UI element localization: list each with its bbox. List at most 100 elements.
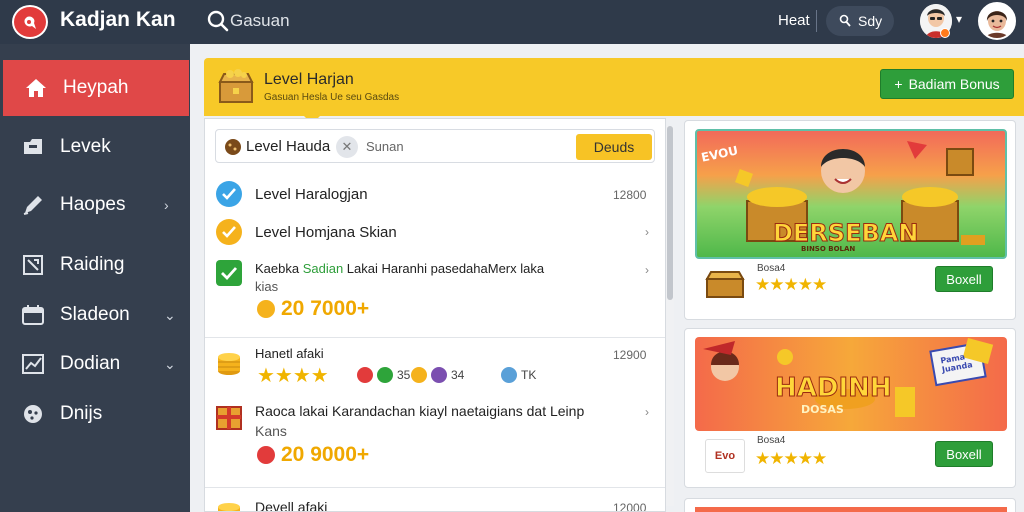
topbar-divider: [816, 10, 817, 32]
list-item[interactable]: Devell afaki 12000: [205, 497, 665, 512]
gift-box-icon: [216, 406, 242, 430]
filter-bar: Level Hauda ✕ Sunan Deuds: [215, 129, 655, 163]
app-title: Kadjan Kan: [60, 8, 176, 31]
promo-card-meta: Bosa4: [757, 435, 786, 446]
banner-subtitle: Gasuan Hesla Ue seu Gasdas: [264, 92, 400, 103]
list-item-title: Devell afaki: [255, 499, 328, 512]
search-icon[interactable]: [206, 9, 230, 33]
sidebar-item-raiding[interactable]: Raiding: [0, 237, 190, 293]
sidebar-item-dnijs[interactable]: Dnijs: [0, 386, 190, 442]
list-item-value: 12800: [613, 188, 647, 202]
badge-icon: [501, 367, 517, 383]
list-item-title: Level Homjana Skian: [255, 224, 397, 241]
plus-icon: +: [894, 76, 903, 92]
sidebar-item-label: Raiding: [60, 254, 125, 275]
promo-card-button[interactable]: Boxell: [935, 266, 993, 292]
sidebar-item-home[interactable]: Heypah: [3, 60, 189, 116]
promo-art-title: HADINH: [775, 373, 893, 404]
chevron-right-icon[interactable]: ›: [645, 263, 649, 277]
search-input[interactable]: [230, 10, 380, 32]
calendar-icon: [22, 305, 44, 325]
sidebar-item-sladeon[interactable]: Sladeon ⌄: [0, 287, 190, 343]
highlight-text: Sadian: [302, 261, 344, 276]
sidebar-item-label: Levek: [60, 136, 111, 157]
promo-card-art: HADINH DOSAS Pama Juanda: [695, 337, 1007, 431]
list-item-subtitle: Kans: [255, 423, 287, 439]
list-item-title: Kaebka Sadian Lakai Haranhi pasedahaMerx…: [255, 261, 545, 276]
list-item[interactable]: Hanetl afaki 12900 ★★★★ 35 34 TK: [205, 345, 665, 395]
top-bar: Kadjan Kan Heat Sdy ▾: [0, 0, 1024, 44]
coin-reward: 20 9000+: [257, 443, 369, 467]
coin-reward: 20 7000+: [257, 297, 369, 321]
coin-amount: 20 7000+: [281, 297, 370, 320]
star-rating: ★★★★: [257, 365, 329, 387]
list-item-title: Level Haralogjan: [255, 186, 368, 203]
expand-icon: [23, 255, 43, 275]
list-item[interactable]: Level Haralogjan 12800: [205, 179, 665, 209]
promo-art-title: DERSEBAN: [772, 219, 919, 248]
promo-card-button[interactable]: Boxell: [935, 441, 993, 467]
chevron-down-icon[interactable]: ▾: [956, 12, 962, 26]
sidebar-item-label: Dodian: [60, 353, 121, 374]
filter-search-text[interactable]: Sunan: [366, 139, 404, 154]
scrollbar-thumb[interactable]: [667, 126, 673, 300]
bonus-button-label: Badiam Bonus: [908, 76, 1000, 92]
sidebar: Heypah Levek Haopes › Raiding Sladeon ⌄ …: [0, 44, 190, 512]
chart-icon: [22, 354, 44, 374]
chevron-right-icon[interactable]: ›: [645, 225, 649, 239]
meta-chip: 34: [411, 367, 464, 383]
sidebar-item-label: Heypah: [63, 77, 129, 98]
close-icon[interactable]: ✕: [336, 136, 358, 158]
list-scrollbar[interactable]: [666, 126, 674, 506]
promo-thumb: Evo: [705, 439, 745, 473]
badge-icon: [431, 367, 447, 383]
user-menu-button[interactable]: Sdy: [826, 6, 894, 36]
promo-card[interactable]: [684, 498, 1016, 512]
sidebar-item-label: Dnijs: [60, 403, 103, 424]
treasure-chest-icon: [218, 69, 254, 103]
list-item-title: Hanetl afaki: [255, 346, 324, 361]
badge-icon: [411, 367, 427, 383]
coin-amount: 20 9000+: [281, 443, 370, 466]
check-box-icon: [216, 260, 242, 286]
sidebar-item-dodian[interactable]: Dodian ⌄: [0, 336, 190, 392]
list-item[interactable]: Raoca lakai Karandachan kiayl naetaigian…: [205, 401, 665, 481]
promo-card[interactable]: DERSEBAN BINSO BOLAN EVOU Bosa4 ★★★★★ Bo…: [684, 120, 1016, 320]
coin-icon: [257, 446, 275, 464]
sidebar-item-label: Haopes: [60, 194, 126, 215]
promo-art-subtitle: DOSAS: [801, 403, 844, 416]
coin-stack-icon: [218, 503, 240, 511]
chevron-down-icon: ⌄: [164, 355, 176, 372]
treasure-chest-icon: [705, 271, 745, 298]
pen-icon: [23, 196, 42, 215]
badge-icon: [357, 367, 373, 383]
claim-bonus-button[interactable]: + Badiam Bonus: [880, 69, 1014, 99]
chevron-down-icon: ⌄: [164, 306, 176, 323]
sidebar-item-haopes[interactable]: Haopes ›: [0, 177, 190, 233]
promo-card-art: [695, 507, 1007, 512]
level-list-panel: Level Hauda ✕ Sunan Deuds Level Haralogj…: [204, 118, 666, 512]
filter-apply-button[interactable]: Deuds: [576, 134, 652, 160]
list-item-subtitle: kias: [255, 279, 279, 294]
list-item-value: 12000: [613, 501, 647, 512]
promo-art-subtitle: BINSO BOLAN: [801, 245, 856, 253]
top-nav-link[interactable]: Heat: [778, 12, 810, 29]
promo-card-art: DERSEBAN BINSO BOLAN EVOU: [695, 129, 1007, 259]
app-logo-icon[interactable]: [12, 5, 48, 39]
notification-badge: [940, 28, 950, 38]
profile-avatar[interactable]: [978, 2, 1016, 40]
promo-card[interactable]: HADINH DOSAS Pama Juanda Evo Bosa4 ★★★★★…: [684, 328, 1016, 488]
sidebar-item-levek[interactable]: Levek: [0, 119, 190, 175]
user-icon: [839, 14, 851, 27]
meta-chip: 35: [357, 367, 410, 383]
meta-chip: TK: [501, 367, 536, 383]
list-item-title: Raoca lakai Karandachan kiayl naetaigian…: [255, 403, 585, 419]
promo-card-meta: Bosa4: [757, 263, 786, 274]
list-divider: [205, 337, 665, 338]
list-item[interactable]: Level Homjana Skian ›: [205, 217, 665, 247]
chevron-right-icon[interactable]: ›: [645, 405, 649, 419]
inbox-icon: [24, 139, 42, 154]
filter-label[interactable]: Level Hauda: [246, 138, 330, 155]
list-item[interactable]: Kaebka Sadian Lakai Haranhi pasedahaMerx…: [205, 255, 665, 335]
banner-title: Level Harjan: [264, 71, 354, 88]
